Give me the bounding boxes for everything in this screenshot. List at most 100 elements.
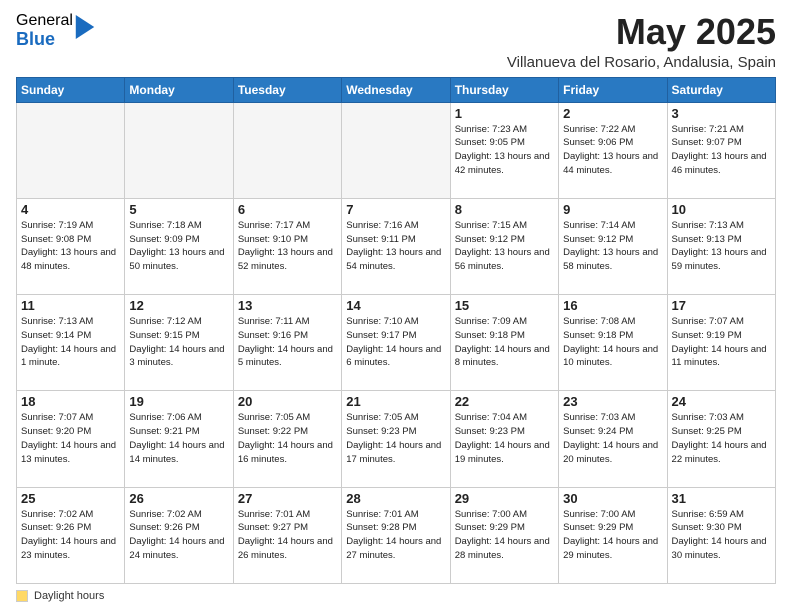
week-row-4: 18 Sunrise: 7:07 AM Sunset: 9:20 PM Dayli… xyxy=(17,391,776,487)
day-info: Sunrise: 7:21 AM Sunset: 9:07 PM Dayligh… xyxy=(672,123,771,178)
footer: Daylight hours xyxy=(16,590,776,602)
day-number: 6 xyxy=(238,202,337,217)
calendar-cell: 20 Sunrise: 7:05 AM Sunset: 9:22 PM Dayli… xyxy=(233,391,341,487)
day-info: Sunrise: 7:05 AM Sunset: 9:23 PM Dayligh… xyxy=(346,411,445,466)
calendar-cell: 22 Sunrise: 7:04 AM Sunset: 9:23 PM Dayli… xyxy=(450,391,558,487)
calendar-cell: 2 Sunrise: 7:22 AM Sunset: 9:06 PM Daylig… xyxy=(559,102,667,198)
day-info: Sunrise: 7:00 AM Sunset: 9:29 PM Dayligh… xyxy=(455,508,554,563)
calendar-cell: 6 Sunrise: 7:17 AM Sunset: 9:10 PM Daylig… xyxy=(233,198,341,294)
calendar-cell: 16Sunrise: 7:08 AM Sunset: 9:18 PM Dayli… xyxy=(559,295,667,391)
weekday-header-friday: Friday xyxy=(559,77,667,102)
day-info: Sunrise: 7:06 AM Sunset: 9:21 PM Dayligh… xyxy=(129,411,228,466)
calendar-cell: 27 Sunrise: 7:01 AM Sunset: 9:27 PM Dayli… xyxy=(233,487,341,583)
day-info: Sunrise: 7:03 AM Sunset: 9:24 PM Dayligh… xyxy=(563,411,662,466)
day-number: 9 xyxy=(563,202,662,217)
calendar-cell: 1Sunrise: 7:23 AM Sunset: 9:05 PM Daylig… xyxy=(450,102,558,198)
day-number: 8 xyxy=(455,202,554,217)
day-info: Sunrise: 7:13 AM Sunset: 9:14 PM Dayligh… xyxy=(21,315,120,370)
day-info: Sunrise: 7:17 AM Sunset: 9:10 PM Dayligh… xyxy=(238,219,337,274)
day-number: 1 xyxy=(455,106,554,121)
logo-text: General Blue xyxy=(16,12,73,49)
day-number: 30 xyxy=(563,491,662,506)
weekday-header-wednesday: Wednesday xyxy=(342,77,450,102)
calendar-cell: 21 Sunrise: 7:05 AM Sunset: 9:23 PM Dayli… xyxy=(342,391,450,487)
weekday-header-row: SundayMondayTuesdayWednesdayThursdayFrid… xyxy=(17,77,776,102)
calendar-cell: 9 Sunrise: 7:14 AM Sunset: 9:12 PM Daylig… xyxy=(559,198,667,294)
calendar-cell: 14Sunrise: 7:10 AM Sunset: 9:17 PM Dayli… xyxy=(342,295,450,391)
day-number: 19 xyxy=(129,394,228,409)
calendar-cell: 31Sunrise: 6:59 AM Sunset: 9:30 PM Dayli… xyxy=(667,487,775,583)
header: General Blue May 2025 Villanueva del Ros… xyxy=(16,12,776,71)
day-info: Sunrise: 7:00 AM Sunset: 9:29 PM Dayligh… xyxy=(563,508,662,563)
day-number: 23 xyxy=(563,394,662,409)
day-number: 18 xyxy=(21,394,120,409)
calendar-cell: 19 Sunrise: 7:06 AM Sunset: 9:21 PM Dayli… xyxy=(125,391,233,487)
weekday-header-tuesday: Tuesday xyxy=(233,77,341,102)
day-number: 15 xyxy=(455,298,554,313)
day-info: Sunrise: 7:14 AM Sunset: 9:12 PM Dayligh… xyxy=(563,219,662,274)
calendar-cell: 8 Sunrise: 7:15 AM Sunset: 9:12 PM Daylig… xyxy=(450,198,558,294)
calendar-cell: 4Sunrise: 7:19 AM Sunset: 9:08 PM Daylig… xyxy=(17,198,125,294)
day-number: 24 xyxy=(672,394,771,409)
calendar-cell: 30 Sunrise: 7:00 AM Sunset: 9:29 PM Dayli… xyxy=(559,487,667,583)
daylight-label: Daylight hours xyxy=(34,590,104,602)
day-info: Sunrise: 7:11 AM Sunset: 9:16 PM Dayligh… xyxy=(238,315,337,370)
day-info: Sunrise: 7:22 AM Sunset: 9:06 PM Dayligh… xyxy=(563,123,662,178)
calendar-cell: 24 Sunrise: 7:03 AM Sunset: 9:25 PM Dayli… xyxy=(667,391,775,487)
calendar-cell xyxy=(342,102,450,198)
day-number: 12 xyxy=(129,298,228,313)
day-info: Sunrise: 7:02 AM Sunset: 9:26 PM Dayligh… xyxy=(21,508,120,563)
day-number: 25 xyxy=(21,491,120,506)
day-number: 22 xyxy=(455,394,554,409)
week-row-5: 25 Sunrise: 7:02 AM Sunset: 9:26 PM Dayli… xyxy=(17,487,776,583)
calendar-cell: 23 Sunrise: 7:03 AM Sunset: 9:24 PM Dayli… xyxy=(559,391,667,487)
day-number: 20 xyxy=(238,394,337,409)
calendar-cell: 29 Sunrise: 7:00 AM Sunset: 9:29 PM Dayli… xyxy=(450,487,558,583)
daylight-indicator xyxy=(16,590,28,602)
month-title: May 2025 xyxy=(507,12,776,52)
subtitle: Villanueva del Rosario, Andalusia, Spain xyxy=(507,54,776,71)
calendar-table: SundayMondayTuesdayWednesdayThursdayFrid… xyxy=(16,77,776,584)
day-info: Sunrise: 7:10 AM Sunset: 9:17 PM Dayligh… xyxy=(346,315,445,370)
week-row-1: 1Sunrise: 7:23 AM Sunset: 9:05 PM Daylig… xyxy=(17,102,776,198)
day-info: Sunrise: 7:19 AM Sunset: 9:08 PM Dayligh… xyxy=(21,219,120,274)
weekday-header-thursday: Thursday xyxy=(450,77,558,102)
day-info: Sunrise: 7:07 AM Sunset: 9:19 PM Dayligh… xyxy=(672,315,771,370)
calendar-cell xyxy=(125,102,233,198)
calendar-cell: 13 Sunrise: 7:11 AM Sunset: 9:16 PM Dayli… xyxy=(233,295,341,391)
calendar-cell: 5 Sunrise: 7:18 AM Sunset: 9:09 PM Daylig… xyxy=(125,198,233,294)
day-info: Sunrise: 7:09 AM Sunset: 9:18 PM Dayligh… xyxy=(455,315,554,370)
calendar-cell: 25 Sunrise: 7:02 AM Sunset: 9:26 PM Dayli… xyxy=(17,487,125,583)
day-info: Sunrise: 7:07 AM Sunset: 9:20 PM Dayligh… xyxy=(21,411,120,466)
week-row-3: 11 Sunrise: 7:13 AM Sunset: 9:14 PM Dayli… xyxy=(17,295,776,391)
calendar-cell: 17Sunrise: 7:07 AM Sunset: 9:19 PM Dayli… xyxy=(667,295,775,391)
day-number: 21 xyxy=(346,394,445,409)
day-info: Sunrise: 7:18 AM Sunset: 9:09 PM Dayligh… xyxy=(129,219,228,274)
day-info: Sunrise: 7:16 AM Sunset: 9:11 PM Dayligh… xyxy=(346,219,445,274)
day-info: Sunrise: 7:01 AM Sunset: 9:27 PM Dayligh… xyxy=(238,508,337,563)
day-info: Sunrise: 7:05 AM Sunset: 9:22 PM Dayligh… xyxy=(238,411,337,466)
day-number: 5 xyxy=(129,202,228,217)
weekday-header-monday: Monday xyxy=(125,77,233,102)
calendar-cell: 12Sunrise: 7:12 AM Sunset: 9:15 PM Dayli… xyxy=(125,295,233,391)
day-info: Sunrise: 7:04 AM Sunset: 9:23 PM Dayligh… xyxy=(455,411,554,466)
day-number: 11 xyxy=(21,298,120,313)
day-number: 13 xyxy=(238,298,337,313)
logo-blue: Blue xyxy=(16,30,73,50)
week-row-2: 4Sunrise: 7:19 AM Sunset: 9:08 PM Daylig… xyxy=(17,198,776,294)
calendar-cell: 26 Sunrise: 7:02 AM Sunset: 9:26 PM Dayli… xyxy=(125,487,233,583)
logo-icon xyxy=(75,15,95,39)
calendar-cell: 11 Sunrise: 7:13 AM Sunset: 9:14 PM Dayli… xyxy=(17,295,125,391)
calendar-cell: 10Sunrise: 7:13 AM Sunset: 9:13 PM Dayli… xyxy=(667,198,775,294)
day-number: 2 xyxy=(563,106,662,121)
logo-general: General xyxy=(16,12,73,30)
calendar-cell: 3Sunrise: 7:21 AM Sunset: 9:07 PM Daylig… xyxy=(667,102,775,198)
day-number: 26 xyxy=(129,491,228,506)
day-number: 27 xyxy=(238,491,337,506)
day-number: 29 xyxy=(455,491,554,506)
day-info: Sunrise: 7:02 AM Sunset: 9:26 PM Dayligh… xyxy=(129,508,228,563)
day-info: Sunrise: 7:01 AM Sunset: 9:28 PM Dayligh… xyxy=(346,508,445,563)
day-info: Sunrise: 7:15 AM Sunset: 9:12 PM Dayligh… xyxy=(455,219,554,274)
day-info: Sunrise: 7:03 AM Sunset: 9:25 PM Dayligh… xyxy=(672,411,771,466)
calendar-cell: 28Sunrise: 7:01 AM Sunset: 9:28 PM Dayli… xyxy=(342,487,450,583)
